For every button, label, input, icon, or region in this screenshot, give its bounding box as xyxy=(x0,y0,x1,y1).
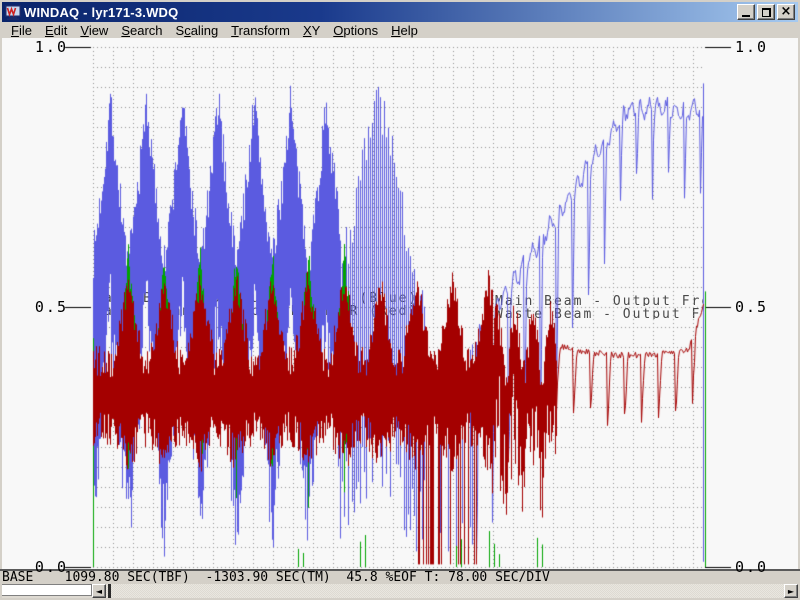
scrollbar-thumb[interactable] xyxy=(108,584,111,598)
menu-item-scaling[interactable]: Scaling xyxy=(174,23,221,38)
menu-item-view[interactable]: View xyxy=(78,23,110,38)
menu-item-edit[interactable]: Edit xyxy=(43,23,69,38)
menu-item-xy[interactable]: XY xyxy=(301,23,322,38)
title-bar[interactable]: WINDAQ - lyr171-3.WDQ × xyxy=(2,2,798,22)
restore-button[interactable] xyxy=(757,4,775,20)
close-icon: × xyxy=(781,7,792,17)
status-text: BASE 1099.80 SEC(TBF) -1303.90 SEC(TM) 4… xyxy=(2,570,550,584)
minimize-button[interactable] xyxy=(737,4,755,20)
y-label-left-mid: 0.5 xyxy=(26,298,68,316)
minimize-icon xyxy=(742,15,750,17)
window-title: WINDAQ - lyr171-3.WDQ xyxy=(24,5,737,20)
status-bar: BASE 1099.80 SEC(TBF) -1303.90 SEC(TM) 4… xyxy=(0,569,800,584)
channel-box xyxy=(2,584,92,596)
y-label-right-mid: 0.5 xyxy=(735,298,781,316)
scroll-left-icon: ◄ xyxy=(96,587,102,596)
scroll-left-button[interactable]: ◄ xyxy=(92,584,106,598)
y-label-left-top: 1.0 xyxy=(26,38,68,56)
menu-item-transform[interactable]: Transform xyxy=(229,23,292,38)
menu-item-file[interactable]: File xyxy=(9,23,34,38)
menu-item-search[interactable]: Search xyxy=(119,23,164,38)
close-button[interactable]: × xyxy=(777,4,795,20)
menu-item-help[interactable]: Help xyxy=(389,23,420,38)
y-label-right-top: 1.0 xyxy=(735,38,781,56)
window-controls: × xyxy=(737,4,795,20)
y-label-right-bottom: 0.0 xyxy=(735,558,781,576)
scrollbar-row: ◄ ► xyxy=(2,584,798,598)
windaq-logo-icon xyxy=(5,5,21,20)
menu-bar: File Edit View Search Scaling Transform XY Opti… xyxy=(2,22,798,38)
chart-region: Main Beam - Output From OC (Blue) Waste … xyxy=(2,38,798,569)
waveform-canvas[interactable] xyxy=(2,38,798,569)
scroll-right-button[interactable]: ► xyxy=(784,584,798,598)
scroll-right-icon: ► xyxy=(788,587,794,596)
windaq-window: WINDAQ - lyr171-3.WDQ × File Edit View Sear… xyxy=(0,0,800,600)
restore-icon xyxy=(762,8,771,17)
menu-item-options[interactable]: Options xyxy=(331,23,380,38)
y-label-left-bottom: 0.0 xyxy=(26,558,68,576)
scrollbar-track[interactable] xyxy=(106,584,784,598)
